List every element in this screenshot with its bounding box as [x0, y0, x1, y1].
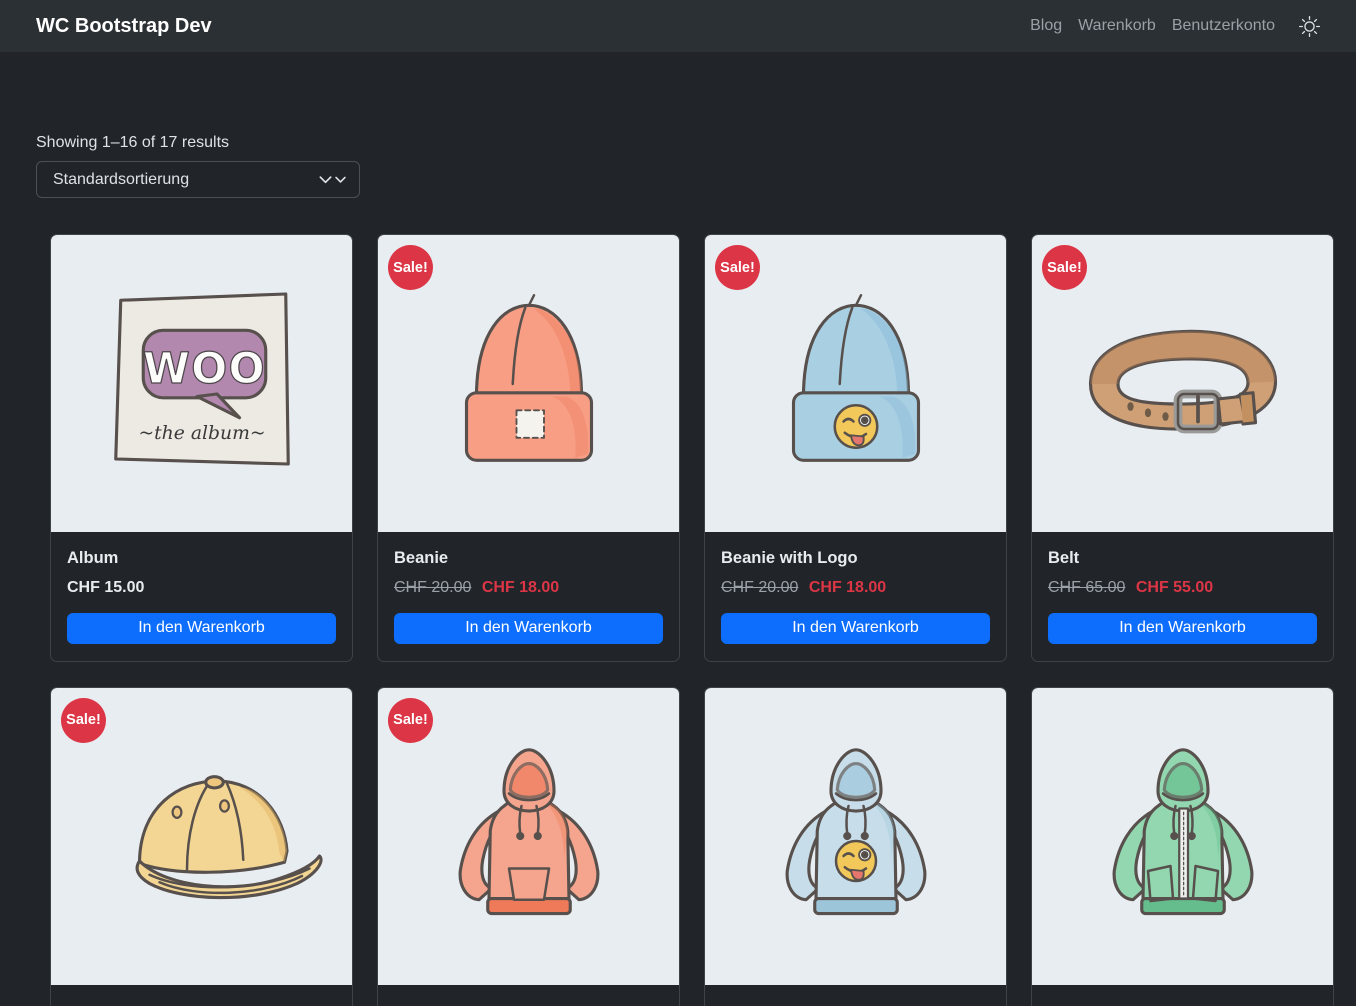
product-card: Sale! Beanie CHF 20.00 CHF 18.00 In den Wa… [377, 234, 680, 662]
add-to-cart-button[interactable]: In den Warenkorb [721, 613, 990, 644]
old-price: CHF 20.00 [721, 579, 798, 596]
sale-price: CHF 55.00 [1136, 579, 1213, 596]
beanie-with-logo-image: Sale! [705, 235, 1006, 532]
hoodie-with-zipper-image [1032, 688, 1333, 985]
sale-badge: Sale! [715, 245, 760, 290]
product-card-body [378, 985, 679, 1006]
product-card [1031, 687, 1334, 1006]
product-card: Sale! [50, 687, 353, 1006]
sale-price: CHF 18.00 [482, 579, 559, 596]
sort-select-value: Standardsortierung [53, 171, 189, 189]
old-price: CHF 65.00 [1048, 579, 1125, 596]
add-to-cart-button[interactable]: In den Warenkorb [67, 613, 336, 644]
product-card: Sale! Belt CHF 65.00 CHF 55.00 In den Ware… [1031, 234, 1334, 662]
sale-badge: Sale! [388, 245, 433, 290]
navbar-brand[interactable]: WC Bootstrap Dev [36, 15, 212, 38]
sale-badge: Sale! [61, 698, 106, 743]
album-image: WOO ~the album~ [51, 235, 352, 532]
svg-text:WOO: WOO [143, 344, 266, 393]
old-price: CHF 20.00 [394, 579, 471, 596]
nav-link-blog[interactable]: Blog [1022, 9, 1070, 43]
add-to-cart-button[interactable]: In den Warenkorb [1048, 613, 1317, 644]
product-card-body: Beanie with Logo CHF 20.00 CHF 18.00 In d… [705, 532, 1006, 661]
product-title: Beanie [394, 549, 663, 569]
current-price: CHF 15.00 [67, 579, 144, 596]
sort-select[interactable]: Standardsortierung [36, 161, 360, 198]
product-card: Sale! [377, 687, 680, 1006]
sale-badge: Sale! [388, 698, 433, 743]
hoodie-with-logo-image [705, 688, 1006, 985]
product-price: CHF 15.00 [67, 578, 336, 597]
svg-text:~the album~: ~the album~ [138, 423, 265, 444]
nav-link-benutzerkonto[interactable]: Benutzerkonto [1164, 9, 1283, 43]
product-title: Belt [1048, 549, 1317, 569]
sale-price: CHF 18.00 [809, 579, 886, 596]
product-price: CHF 20.00 CHF 18.00 [394, 578, 663, 597]
hoodie-image: Sale! [378, 688, 679, 985]
sun-icon[interactable] [1289, 10, 1330, 43]
product-grid: WOO ~the album~ Album CHF 15.00 In den War… [36, 234, 1334, 1006]
product-price: CHF 65.00 CHF 55.00 [1048, 578, 1317, 597]
product-card: WOO ~the album~ Album CHF 15.00 In den War… [50, 234, 353, 662]
product-title: Album [67, 549, 336, 569]
product-price: CHF 20.00 CHF 18.00 [721, 578, 990, 597]
product-card-body [705, 985, 1006, 1006]
add-to-cart-button[interactable]: In den Warenkorb [394, 613, 663, 644]
sale-badge: Sale! [1042, 245, 1087, 290]
product-card-body [51, 985, 352, 1006]
product-card [704, 687, 1007, 1006]
product-card-body: Belt CHF 65.00 CHF 55.00 In den Warenkorb [1032, 532, 1333, 661]
shop-page: Showing 1–16 of 17 results Standardsorti… [0, 52, 1356, 1006]
cap-image: Sale! [51, 688, 352, 985]
navbar: WC Bootstrap Dev BlogWarenkorbBenutzerko… [0, 0, 1356, 52]
beanie-image: Sale! [378, 235, 679, 532]
product-card-body: Beanie CHF 20.00 CHF 18.00 In den Warenko… [378, 532, 679, 661]
product-title: Beanie with Logo [721, 549, 990, 569]
nav-link-warenkorb[interactable]: Warenkorb [1070, 9, 1164, 43]
product-card: Sale! Beanie with Logo CHF 20.00 CHF 18.0… [704, 234, 1007, 662]
chevron-down-icon [318, 172, 347, 187]
results-count: Showing 1–16 of 17 results [36, 134, 1320, 152]
product-card-body [1032, 985, 1333, 1006]
product-card-body: Album CHF 15.00 In den Warenkorb [51, 532, 352, 661]
belt-image: Sale! [1032, 235, 1333, 532]
navbar-links: BlogWarenkorbBenutzerkonto [1022, 9, 1283, 43]
